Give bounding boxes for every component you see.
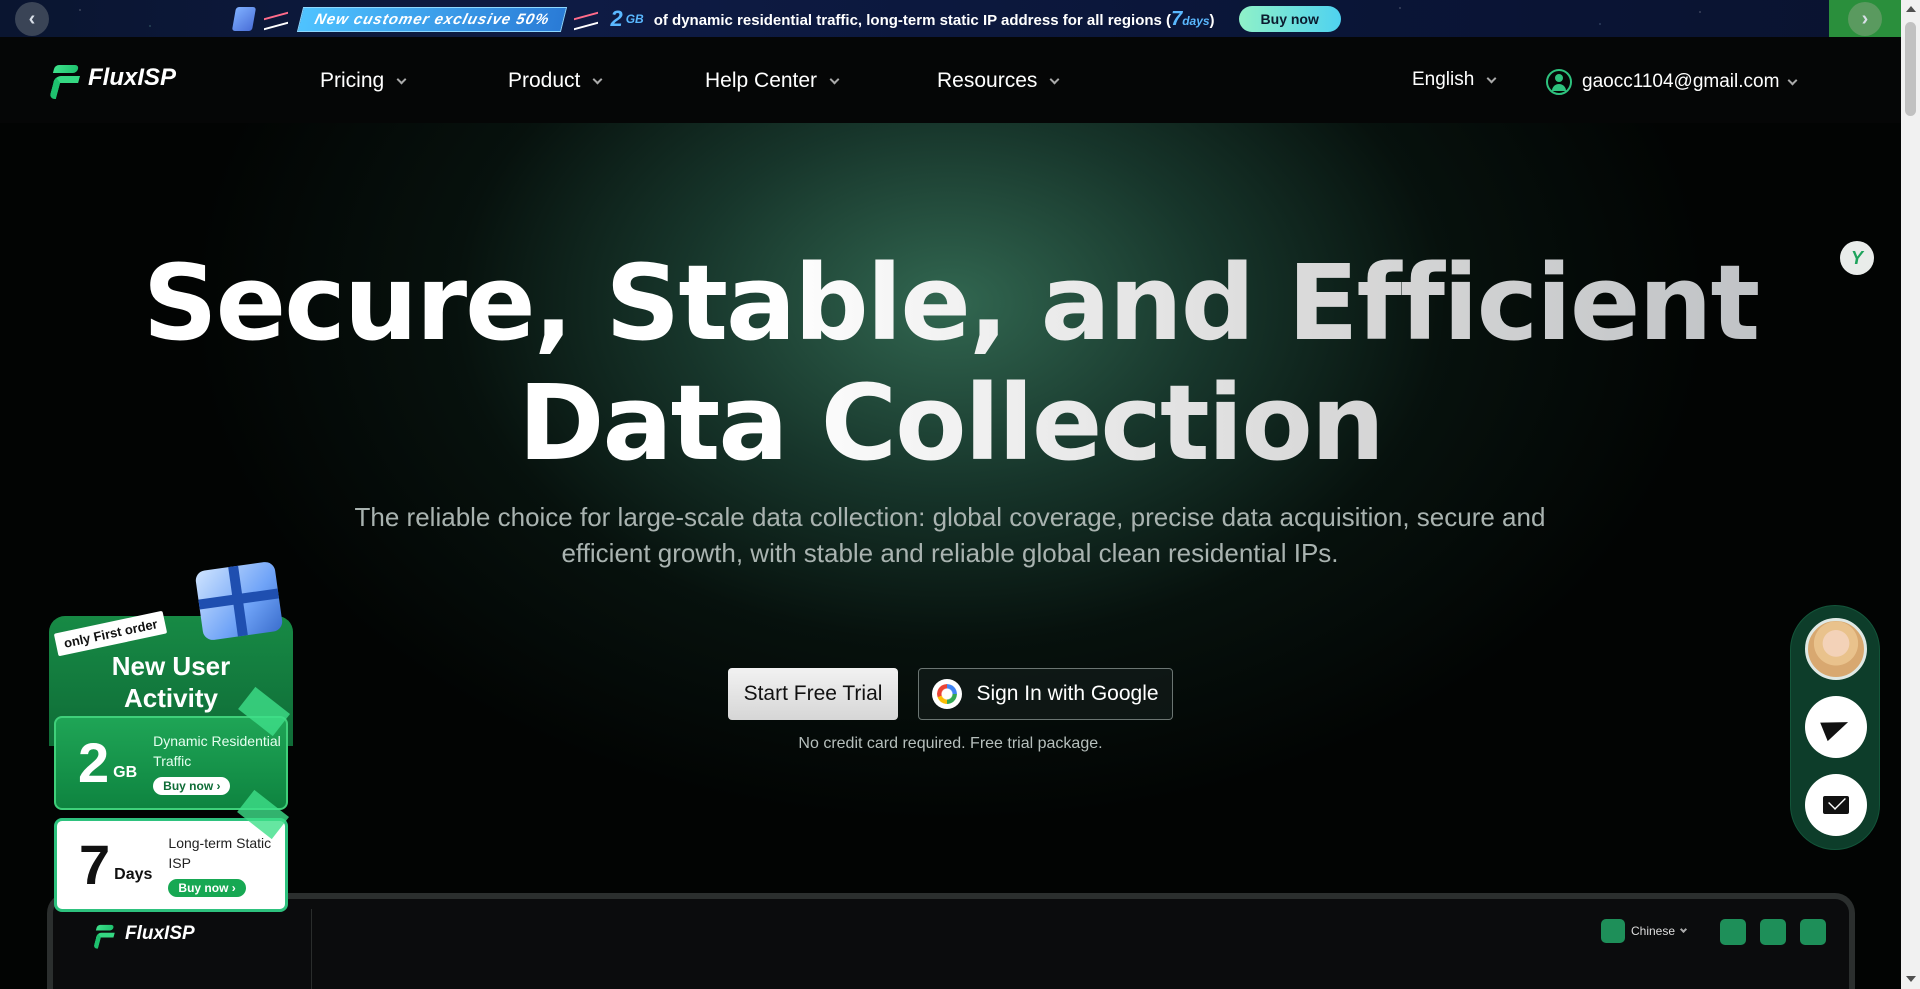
chevron-down-icon xyxy=(1486,73,1497,83)
promo-buy-button[interactable]: Buy now xyxy=(1238,6,1341,32)
support-avatar-button[interactable] xyxy=(1805,618,1867,680)
user-email: gaocc1104@gmail.com xyxy=(1582,71,1780,92)
offer-buy-button[interactable]: Buy now › xyxy=(168,879,246,897)
user-icon xyxy=(1546,69,1572,95)
promo-text-after: ) xyxy=(1209,11,1215,29)
page-scrollbar[interactable] xyxy=(1901,0,1920,989)
nav-item-label: Resources xyxy=(937,69,1038,92)
preview-divider xyxy=(311,909,312,989)
promo-content: New customer exclusive 50% 2 GB of dynam… xyxy=(231,4,1341,34)
chevron-down-icon xyxy=(1679,925,1688,933)
nav-item-label: Pricing xyxy=(320,69,385,92)
main-nav: FluxISP Pricing Product Help Center Reso… xyxy=(0,37,1901,123)
promo-days: 7days xyxy=(1171,8,1209,30)
offer-card-static-isp[interactable]: 7 Days Long-term Static ISP Buy now › xyxy=(54,789,289,912)
dashboard-preview: FluxISP Chinese xyxy=(47,893,1855,989)
preview-logo-text: FluxISP xyxy=(125,923,195,944)
offer-amount: 7 xyxy=(79,833,111,896)
nav-item-help-center[interactable]: Help Center xyxy=(705,69,840,93)
offer-amount: 2 xyxy=(78,731,110,794)
nav-item-label: Help Center xyxy=(705,69,818,92)
plane-icon-2 xyxy=(574,11,600,27)
offer-info: Dynamic Residential Traffic Buy now › xyxy=(153,731,286,795)
logo[interactable]: FluxISP xyxy=(52,63,176,93)
chevron-down-icon xyxy=(1049,74,1060,84)
new-user-widget[interactable]: only First order New User Activity 2 GB … xyxy=(49,560,293,912)
nav-item-pricing[interactable]: Pricing xyxy=(320,69,407,93)
floating-y-badge[interactable]: Y xyxy=(1840,241,1874,275)
promo-days-unit: days xyxy=(1182,13,1210,28)
mail-icon xyxy=(1800,919,1826,945)
headset-icon xyxy=(1720,919,1746,945)
promo-prev-button[interactable]: ‹ xyxy=(15,2,49,36)
google-signin-label: Sign In with Google xyxy=(976,682,1159,705)
new-user-title-line1: New User xyxy=(111,651,231,681)
language-selector[interactable]: English xyxy=(1412,69,1497,91)
promo-days-num: 7 xyxy=(1171,7,1183,30)
scroll-up-arrow[interactable] xyxy=(1906,6,1916,12)
start-free-trial-button[interactable]: Start Free Trial xyxy=(728,668,898,720)
user-menu[interactable]: gaocc1104@gmail.com xyxy=(1546,69,1798,95)
hero-title-line1: Secure, Stable, and Efficient xyxy=(142,242,1759,364)
offer-unit: Days xyxy=(114,866,153,883)
offer-label: Long-term Static ISP xyxy=(168,835,272,871)
preview-language: Chinese xyxy=(1601,919,1688,943)
promo-amount: 2 xyxy=(610,6,624,31)
promo-banner[interactable]: ‹ New customer exclusive 50% 2 GB of dyn… xyxy=(0,0,1901,37)
promo-right-block: › xyxy=(1829,0,1901,37)
hero-title: Secure, Stable, and Efficient Data Colle… xyxy=(0,243,1901,483)
gift-icon xyxy=(231,7,257,31)
promo-text: of dynamic residential traffic, long-ter… xyxy=(654,8,1215,31)
nav-item-resources[interactable]: Resources xyxy=(937,69,1060,93)
gift-box-icon xyxy=(194,560,284,642)
hero-subtitle: The reliable choice for large-scale data… xyxy=(354,502,1546,568)
telegram-icon xyxy=(1820,712,1852,742)
promo-discount-badge: New customer exclusive 50% xyxy=(296,6,568,32)
google-signin-button[interactable]: Sign In with Google xyxy=(918,668,1173,720)
chevron-down-icon xyxy=(829,74,840,84)
logo-icon xyxy=(95,924,115,945)
chevron-down-icon xyxy=(1787,75,1798,85)
offer-label: Dynamic Residential Traffic xyxy=(153,733,281,769)
promo-text-before: of dynamic residential traffic, long-ter… xyxy=(653,11,1172,29)
offer-buy-button[interactable]: Buy now › xyxy=(153,777,231,795)
plane-icon xyxy=(264,11,290,27)
promo-unit: GB xyxy=(625,12,644,26)
promo-next-button[interactable]: › xyxy=(1848,2,1882,36)
hero-title-line2: Data Collection xyxy=(518,362,1383,484)
preview-logo: FluxISP xyxy=(91,919,195,949)
telegram-button[interactable] xyxy=(1805,696,1867,758)
contact-rail xyxy=(1790,605,1880,850)
language-label: English xyxy=(1412,69,1475,90)
telegram-icon xyxy=(1760,919,1786,945)
logo-icon xyxy=(52,63,80,93)
preview-language-label: Chinese xyxy=(1631,924,1676,938)
nav-item-label: Product xyxy=(508,69,581,92)
nav-item-product[interactable]: Product xyxy=(508,69,603,93)
offer-info: Long-term Static ISP Buy now › xyxy=(168,833,285,897)
google-icon xyxy=(932,679,963,709)
email-button[interactable] xyxy=(1805,774,1867,836)
chevron-down-icon xyxy=(396,74,407,84)
logo-text: FluxISP xyxy=(88,64,177,91)
globe-icon xyxy=(1601,919,1625,943)
mail-icon xyxy=(1823,796,1849,814)
chevron-down-icon xyxy=(592,74,603,84)
scroll-down-arrow[interactable] xyxy=(1906,976,1916,982)
offer-unit: GB xyxy=(113,764,138,781)
scroll-thumb[interactable] xyxy=(1905,22,1916,116)
